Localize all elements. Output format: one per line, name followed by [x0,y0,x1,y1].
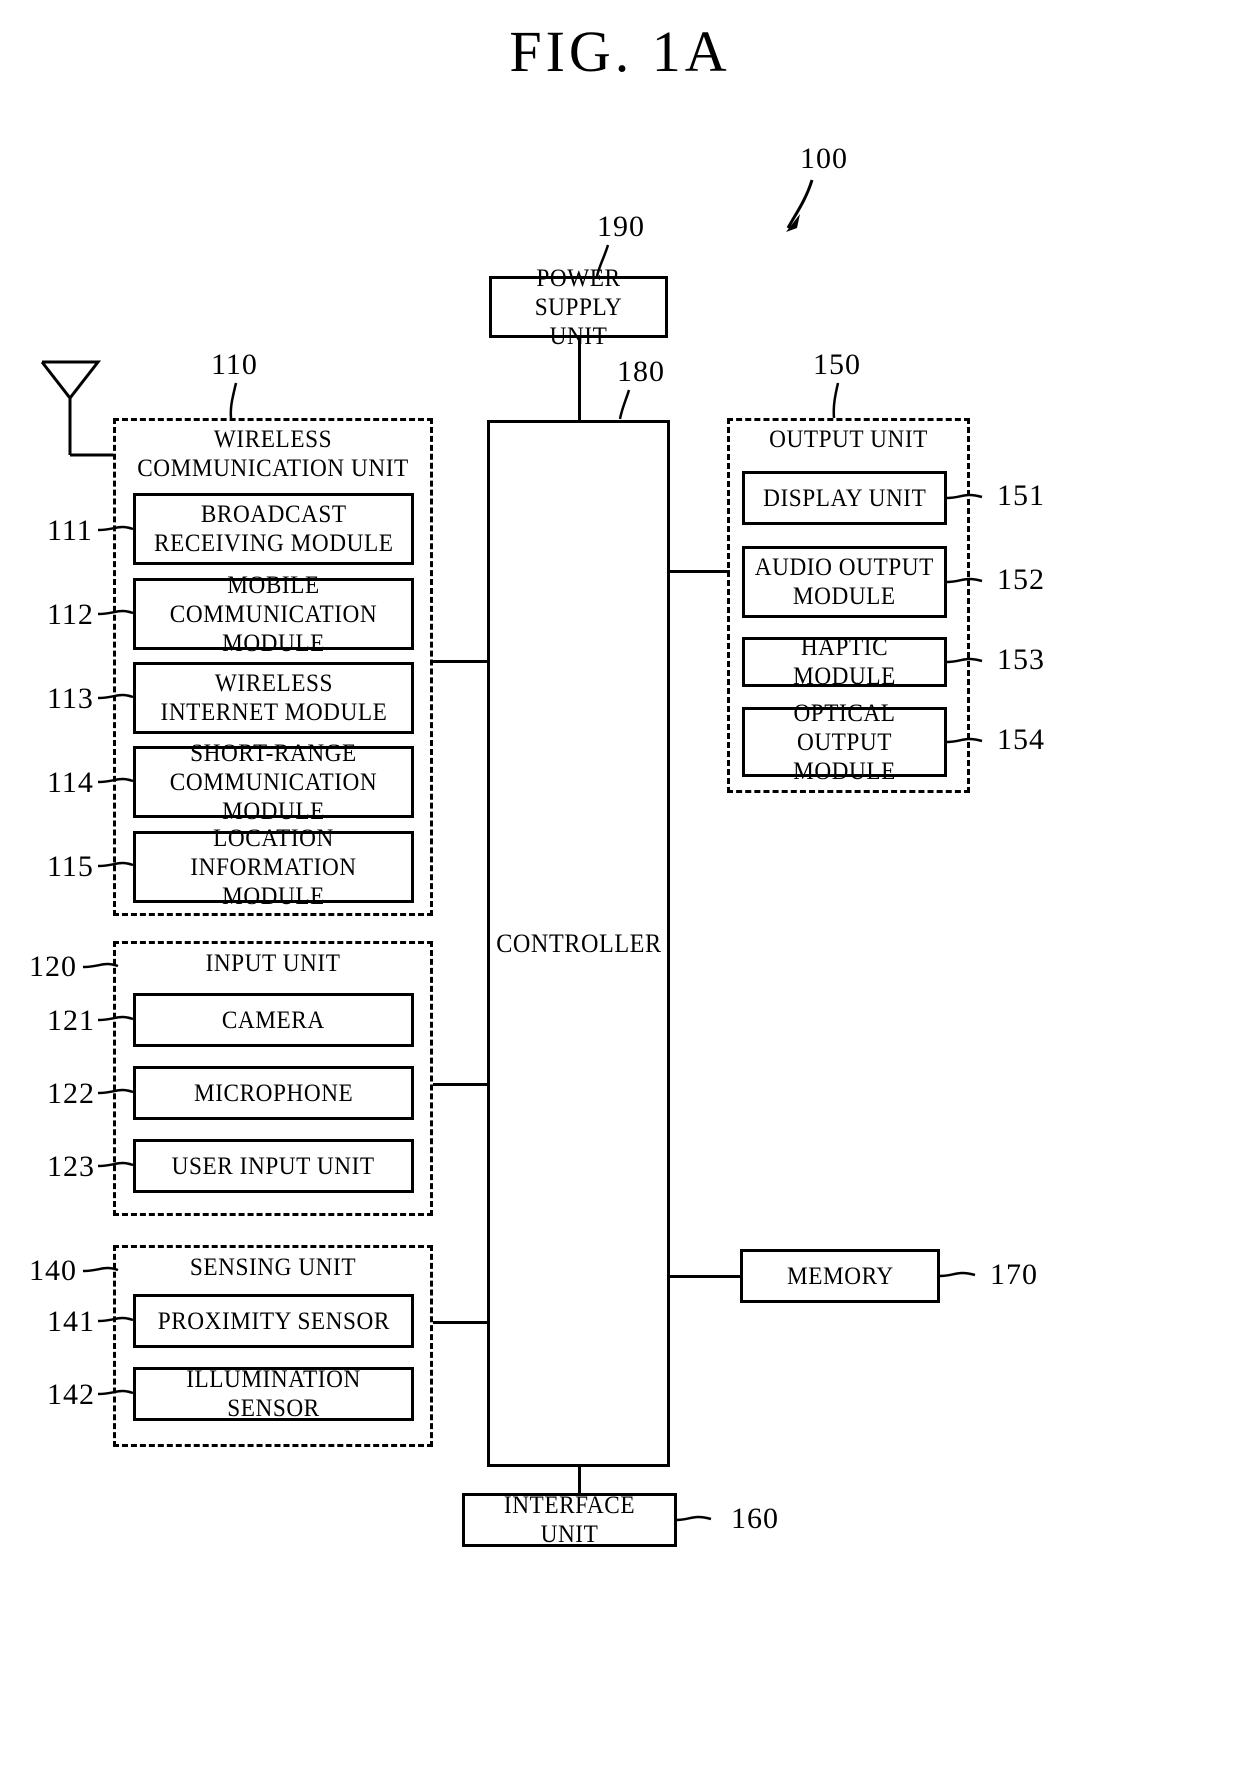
ref-115: 115 [47,850,94,883]
user-input-unit-label: USER INPUT UNIT [171,1152,375,1180]
wireless-internet-module-box[interactable]: WIRELESS INTERNET MODULE [133,662,414,734]
display-unit-label: DISPLAY UNIT [762,484,927,512]
mobile-communication-module-box[interactable]: MOBILE COMMUNICATION MODULE [133,572,414,657]
haptic-module-label: HAPTIC MODULE [793,634,896,690]
line-controller-to-memory [668,1275,742,1278]
ref-180: 180 [617,355,665,388]
controller-label: CONTROLLER [495,929,662,958]
ref-151: 151 [997,479,1045,512]
ref-154: 154 [997,723,1045,756]
proximity-sensor-box[interactable]: PROXIMITY SENSOR [133,1294,414,1348]
ref-160: 160 [731,1502,779,1535]
user-input-unit-box[interactable]: USER INPUT UNIT [133,1139,414,1193]
ref-100: 100 [800,142,848,175]
ref-120: 120 [29,950,77,983]
ref-152: 152 [997,563,1045,596]
ref-190: 190 [597,210,645,243]
line-controller-to-output [668,570,730,573]
audio-output-module-box[interactable]: AUDIO OUTPUT MODULE [742,546,947,618]
line-input-to-controller [433,1083,490,1086]
interface-unit-box[interactable]: INTERFACE UNIT [462,1492,677,1548]
location-information-module-box[interactable]: LOCATION INFORMATION MODULE [133,825,414,910]
camera-label: CAMERA [222,1006,325,1034]
mobile-communication-module-label: MOBILE COMMUNICATION MODULE [169,571,378,657]
optical-output-module-box[interactable]: OPTICAL OUTPUT MODULE [742,700,947,785]
input-unit-title: INPUT UNIT [205,950,341,977]
ref-113: 113 [47,682,94,715]
ref-150: 150 [813,348,861,381]
line-power-to-controller [578,338,581,422]
display-unit-box[interactable]: DISPLAY UNIT [742,471,947,525]
ref-142: 142 [47,1378,95,1411]
figure-title: FIG. 1A [509,19,731,84]
microphone-box[interactable]: MICROPHONE [133,1066,414,1120]
ref-141: 141 [47,1305,95,1338]
memory-label: MEMORY [786,1262,894,1290]
output-unit-title: OUTPUT UNIT [769,426,928,453]
line-wireless-to-controller [433,660,490,663]
line-controller-to-interface [578,1467,581,1495]
location-information-module-label: LOCATION INFORMATION MODULE [190,824,357,910]
sensing-unit-title: SENSING UNIT [189,1254,357,1281]
figure-canvas: FIG. 1A POWER SUPPLY UNIT 190 100 CONTRO… [0,0,1240,1789]
broadcast-receiving-module-box[interactable]: BROADCAST RECEIVING MODULE [133,493,414,565]
haptic-module-box[interactable]: HAPTIC MODULE [742,634,947,690]
audio-output-module-label: AUDIO OUTPUT MODULE [754,554,935,610]
ref-153: 153 [997,643,1045,676]
camera-box[interactable]: CAMERA [133,993,414,1047]
ref-121: 121 [47,1004,95,1037]
device-ref-arrow [786,179,814,229]
microphone-label: MICROPHONE [193,1079,354,1107]
power-supply-unit-box[interactable]: POWER SUPPLY UNIT [489,265,668,350]
interface-unit-label: INTERFACE UNIT [503,1492,636,1548]
illumination-sensor-box[interactable]: ILLUMINATION SENSOR [133,1366,414,1422]
controller-box[interactable]: CONTROLLER [487,420,670,1467]
ref-112: 112 [47,598,94,631]
proximity-sensor-label: PROXIMITY SENSOR [157,1307,390,1335]
broadcast-receiving-module-label: BROADCAST RECEIVING MODULE [153,501,394,557]
memory-box[interactable]: MEMORY [740,1249,940,1303]
line-sensing-to-controller [433,1321,490,1324]
optical-output-module-label: OPTICAL OUTPUT MODULE [793,699,896,785]
ref-111: 111 [47,514,93,547]
ref-114: 114 [47,766,94,799]
wireless-communication-unit-title: WIRELESS COMMUNICATION UNIT [137,426,409,482]
short-range-communication-module-label: SHORT-RANGE COMMUNICATION MODULE [169,739,378,825]
ref-123: 123 [47,1150,95,1183]
ref-170: 170 [990,1258,1038,1291]
ref-122: 122 [47,1077,95,1110]
ref-140: 140 [29,1254,77,1287]
antenna-icon [40,360,102,401]
illumination-sensor-label: ILLUMINATION SENSOR [186,1366,361,1422]
wireless-internet-module-label: WIRELESS INTERNET MODULE [160,670,387,726]
short-range-communication-module-box[interactable]: SHORT-RANGE COMMUNICATION MODULE [133,740,414,825]
ref-110: 110 [211,348,258,381]
